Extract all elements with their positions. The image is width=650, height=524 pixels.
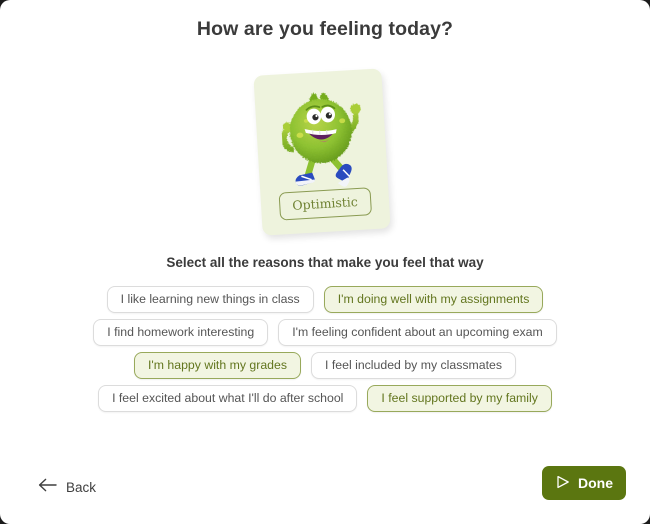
back-label: Back: [66, 480, 97, 495]
reason-chip[interactable]: I'm doing well with my assignments: [323, 286, 544, 313]
back-button[interactable]: Back: [34, 472, 100, 503]
chip-row: I like learning new things in class I'm …: [0, 286, 650, 313]
monster-avatar: [254, 72, 389, 197]
reason-chip[interactable]: I feel supported by my family: [367, 385, 552, 412]
reason-chip[interactable]: I'm feeling confident about an upcoming …: [278, 319, 557, 346]
page-title: How are you feeling today?: [196, 18, 454, 40]
chip-row: I feel excited about what I'll do after …: [0, 385, 650, 412]
mood-label: Optimistic: [278, 187, 372, 221]
prompt-subtitle: Select all the reasons that make you fee…: [166, 255, 484, 270]
reason-chip[interactable]: I like learning new things in class: [106, 286, 314, 313]
arrow-left-icon: [38, 478, 57, 497]
footer-bar: Back Done: [0, 460, 650, 524]
mood-card[interactable]: Optimistic: [253, 68, 391, 236]
reason-chip[interactable]: I feel included by my classmates: [311, 352, 517, 379]
reason-chip-list: I like learning new things in class I'm …: [0, 286, 650, 418]
mood-checkin-window: How are you feeling today? Optimistic Se…: [0, 0, 650, 524]
reason-chip[interactable]: I'm happy with my grades: [133, 352, 302, 379]
chip-row: I find homework interesting I'm feeling …: [0, 319, 650, 346]
play-triangle-icon: [555, 475, 571, 492]
reason-chip[interactable]: I find homework interesting: [93, 319, 269, 346]
chip-row: I'm happy with my grades I feel included…: [0, 352, 650, 379]
done-label: Done: [578, 475, 613, 491]
reason-chip[interactable]: I feel excited about what I'll do after …: [98, 385, 358, 412]
done-button[interactable]: Done: [542, 466, 626, 500]
